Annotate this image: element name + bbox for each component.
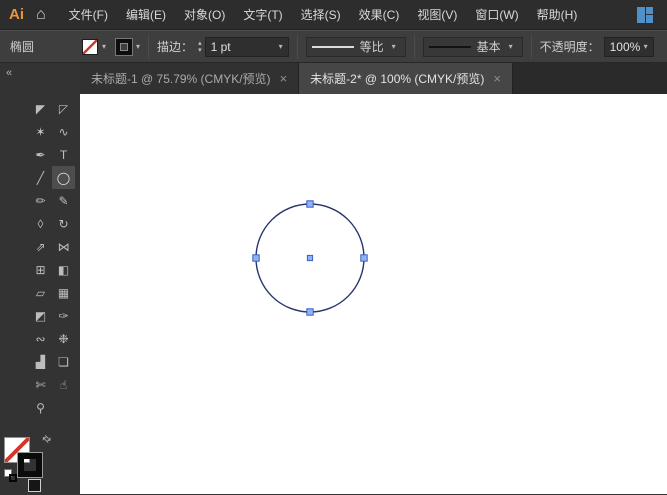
context-label: 椭圆 xyxy=(10,40,35,54)
stroke-color-indicator[interactable] xyxy=(17,452,43,478)
menu-file[interactable]: 文件(F) xyxy=(60,0,117,30)
stroke-swatch-group[interactable]: ▾ xyxy=(115,37,140,56)
chevron-down-icon[interactable]: ▾ xyxy=(136,42,140,51)
opacity-label: 不透明度： xyxy=(539,40,600,54)
magic-wand-tool[interactable]: ✶ xyxy=(29,120,52,143)
divider xyxy=(296,34,298,59)
free-transform-tool[interactable]: ⊞ xyxy=(29,258,52,281)
width-profile-value: 等比 xyxy=(359,40,384,54)
opacity-value: 100% xyxy=(609,39,641,54)
divider xyxy=(413,34,415,59)
collapse-panel-icon[interactable]: « xyxy=(6,67,12,79)
chevron-down-icon[interactable]: ▾ xyxy=(102,42,106,51)
pencil-tool[interactable]: ✎ xyxy=(52,189,75,212)
chevron-down-icon[interactable]: ▾ xyxy=(392,42,396,51)
workspace-switcher-icon[interactable] xyxy=(637,6,653,23)
fill-stroke-control: ⇄ xyxy=(4,433,62,495)
type-tool[interactable]: T xyxy=(52,143,75,166)
swap-fill-stroke-icon[interactable]: ⇄ xyxy=(39,433,53,447)
menu-items: 文件(F) 编辑(E) 对象(O) 文字(T) 选择(S) 效果(C) 视图(V) 窗口(W)… xyxy=(60,0,587,30)
direct-selection-tool[interactable]: ◸ xyxy=(52,97,75,120)
home-icon[interactable]: ⌂ xyxy=(36,6,46,24)
color-mode-button[interactable] xyxy=(28,479,41,492)
anchor-point[interactable] xyxy=(306,200,314,208)
menu-type[interactable]: 文字(T) xyxy=(234,0,291,30)
menu-effect[interactable]: 效果(C) xyxy=(350,0,409,30)
document-tab-1[interactable]: 未标题-1 @ 75.79% (CMYK/预览) × xyxy=(80,63,300,94)
document-tab-bar: 未标题-1 @ 75.79% (CMYK/预览) × 未标题-2* @ 100% (… xyxy=(80,63,667,94)
brush-definition-dropdown[interactable]: 基本 ▾ xyxy=(422,36,523,57)
default-stroke-icon[interactable] xyxy=(9,474,17,482)
artboard-svg xyxy=(252,200,368,316)
blend-tool[interactable]: ∾ xyxy=(29,327,52,350)
brush-definition-value: 基本 xyxy=(476,40,501,54)
tab-label: 未标题-2* @ 100% (CMYK/预览) xyxy=(310,72,485,86)
fill-none-swatch[interactable] xyxy=(82,38,99,55)
rotate-tool[interactable]: ↻ xyxy=(52,212,75,235)
pen-tool[interactable]: ✒ xyxy=(29,143,52,166)
center-point[interactable] xyxy=(306,254,314,262)
paintbrush-tool[interactable]: ✏ xyxy=(29,189,52,212)
eyedropper-tool[interactable]: ✑ xyxy=(52,304,75,327)
stroke-width-stepper[interactable]: ▴ ▾ xyxy=(198,40,202,54)
menu-window[interactable]: 窗口(W) xyxy=(466,0,527,30)
symbol-sprayer-tool[interactable]: ❉ xyxy=(52,327,75,350)
menu-edit[interactable]: 编辑(E) xyxy=(117,0,175,30)
toolbar: ◤ ◸ ✶ ∿ ✒ T ╱ ◯ ✏ ✎ ◊ ↻ ⇗ ⋈ ⊞ ◧ ▱ ▦ ◩ ✑ ∾ ❉ ▟ ❏ ✄ ☝ ⚲ xyxy=(29,97,75,419)
chevron-down-icon[interactable]: ▾ xyxy=(644,42,648,51)
selection-tool[interactable]: ◤ xyxy=(29,97,52,120)
tools-dock: « ◤ ◸ ✶ ∿ ✒ T ╱ ◯ ✏ ✎ ◊ ↻ ⇗ ⋈ ⊞ ◧ ▱ ▦ ◩ ✑ ∾ ❉ ▟ ❏ ✄ ☝ ⚲ ⇄ xyxy=(0,63,80,494)
shape-builder-tool[interactable]: ◧ xyxy=(52,258,75,281)
canvas[interactable] xyxy=(80,94,667,494)
document-tab-2[interactable]: 未标题-2* @ 100% (CMYK/预览) × xyxy=(299,63,513,94)
menu-object[interactable]: 对象(O) xyxy=(175,0,234,30)
stroke-color-swatch[interactable] xyxy=(115,37,134,56)
stroke-label: 描边： xyxy=(157,40,194,54)
eraser-tool[interactable]: ◊ xyxy=(29,212,52,235)
menu-select[interactable]: 选择(S) xyxy=(292,0,350,30)
menu-bar: Ai ⌂ 文件(F) 编辑(E) 对象(O) 文字(T) 选择(S) 效果(C) 视图(V)… xyxy=(0,0,667,30)
chevron-down-icon[interactable]: ▾ xyxy=(279,42,283,51)
tab-close-icon[interactable]: × xyxy=(493,71,501,86)
zoom-tool[interactable]: ⚲ xyxy=(29,396,52,419)
slice-tool[interactable]: ✄ xyxy=(29,373,52,396)
tab-close-icon[interactable]: × xyxy=(280,71,288,86)
line-segment-tool[interactable]: ╱ xyxy=(29,166,52,189)
menu-view[interactable]: 视图(V) xyxy=(408,0,466,30)
ellipse-tool[interactable]: ◯ xyxy=(52,166,75,189)
tab-label: 未标题-1 @ 75.79% (CMYK/预览) xyxy=(91,72,271,86)
menu-help[interactable]: 帮助(H) xyxy=(528,0,587,30)
anchor-point[interactable] xyxy=(252,254,260,262)
perspective-grid-tool[interactable]: ▱ xyxy=(29,281,52,304)
stroke-width-value: 1 pt xyxy=(210,39,231,54)
width-profile-dropdown[interactable]: 等比 ▾ xyxy=(305,36,406,57)
app-logo: Ai xyxy=(9,6,24,23)
column-graph-tool[interactable]: ▟ xyxy=(29,350,52,373)
brush-preview xyxy=(428,45,471,48)
width-tool[interactable]: ⋈ xyxy=(52,235,75,258)
divider xyxy=(148,34,150,59)
anchor-point[interactable] xyxy=(360,254,368,262)
lasso-tool[interactable]: ∿ xyxy=(52,120,75,143)
divider xyxy=(530,34,532,59)
opacity-field[interactable]: 100% ▾ xyxy=(603,36,654,57)
scale-tool[interactable]: ⇗ xyxy=(29,235,52,258)
anchor-point[interactable] xyxy=(306,308,314,316)
mesh-tool[interactable]: ▦ xyxy=(52,281,75,304)
gradient-tool[interactable]: ◩ xyxy=(29,304,52,327)
chevron-down-icon[interactable]: ▾ xyxy=(509,42,513,51)
control-bar: 椭圆 ▾ ▾ 描边： ▴ ▾ 1 pt ▾ 等比 ▾ 基本 ▾ 不透明度： 10… xyxy=(0,30,667,63)
stroke-profile-preview xyxy=(311,45,354,48)
fill-swatch-group[interactable]: ▾ xyxy=(82,38,106,55)
hand-tool[interactable]: ☝ xyxy=(52,373,75,396)
stroke-width-field[interactable]: 1 pt ▾ xyxy=(204,36,289,57)
stepper-up-icon[interactable]: ▴ xyxy=(198,40,202,47)
artboard-tool[interactable]: ❏ xyxy=(52,350,75,373)
stepper-down-icon[interactable]: ▾ xyxy=(198,47,202,54)
